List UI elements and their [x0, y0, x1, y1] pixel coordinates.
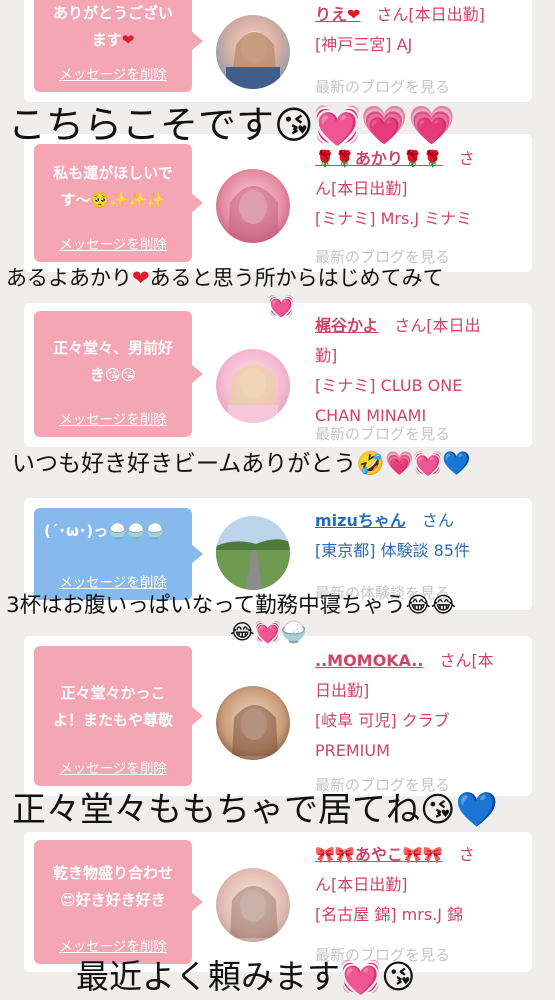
overlay-caption: 😂💓🍚: [230, 620, 307, 644]
message-text: (´･ω･)っ🍚🍚🍚: [44, 522, 165, 540]
sender-location: [神戸三宮] AJ: [315, 35, 413, 54]
avatar[interactable]: [216, 868, 290, 942]
sender-location: [ミナミ] Mrs.J ミナミ: [315, 209, 473, 228]
message-bubble: ありがとうござい ます❤ メッセージを削除: [34, 0, 203, 92]
message-text: 乾き物盛り合わせ 😍好き好き好き: [52, 864, 173, 909]
avatar[interactable]: [216, 169, 290, 243]
message-card: 私も運がほしいで す〜🥺✨✨✨ メッセージを削除 🌹🌹あかり🌹🌹 さ ん[本日出…: [24, 134, 532, 272]
overlay-caption: 最近よく頼みます💓😘: [76, 957, 416, 996]
delete-message-link[interactable]: メッセージを削除: [34, 63, 192, 83]
sender-info: 🎀🎀あやこ🎀🎀 さ ん[本日出勤] [名古屋 錦] mrs.J 錦: [315, 840, 525, 930]
message-bubble: (´･ω･)っ🍚🍚🍚 メッセージを削除: [34, 508, 203, 600]
sender-location: [ミナミ] CLUB ONE CHAN MINAMI: [315, 376, 463, 425]
overlay-caption: いつも好き好きビームありがとう🤣💗💓💙: [12, 451, 471, 477]
blog-link[interactable]: 最新のブログを見る: [315, 423, 450, 444]
avatar[interactable]: [216, 516, 290, 590]
delete-message-link[interactable]: メッセージを削除: [34, 233, 192, 253]
overlay-caption: 3杯はお腹いっぱいなって勤務中寝ちゃう😂😂: [6, 593, 456, 618]
sender-location: [東京都] 体験談 85件: [315, 541, 471, 560]
message-text: 正々堂々かっこ よ！またもや尊敬: [52, 684, 173, 729]
avatar[interactable]: [216, 686, 290, 760]
sender-info: りえ❤ さん[本日出勤] [神戸三宮] AJ: [315, 0, 525, 60]
message-text: ありがとうござい ます❤: [52, 4, 173, 49]
sender-name[interactable]: 梶谷かよ さん[本日出 勤]: [315, 311, 525, 371]
avatar[interactable]: [216, 349, 290, 423]
overlay-caption: あるよあかり❤あると思う所からはじめてみて: [6, 266, 444, 290]
overlay-caption: こちらこそです😘💓💗💗: [8, 103, 456, 147]
message-bubble: 正々堂々、男前好 き😘😘 メッセージを削除: [34, 311, 203, 437]
message-text: 私も運がほしいで す〜🥺✨✨✨: [53, 164, 173, 209]
avatar[interactable]: [216, 15, 290, 89]
message-bubble: 乾き物盛り合わせ 😍好き好き好き メッセージを削除: [34, 840, 203, 964]
sender-name[interactable]: 🎀🎀あやこ🎀🎀 さ ん[本日出勤]: [315, 840, 525, 900]
sender-name[interactable]: 🌹🌹あかり🌹🌹 さ ん[本日出勤]: [315, 144, 525, 204]
message-bubble: 私も運がほしいで す〜🥺✨✨✨ メッセージを削除: [34, 144, 203, 262]
sender-name[interactable]: mizuちゃん さん: [315, 506, 525, 536]
sender-info: 梶谷かよ さん[本日出 勤] [ミナミ] CLUB ONE CHAN MINAM…: [315, 311, 525, 431]
sender-name[interactable]: りえ❤ さん[本日出勤]: [315, 0, 525, 30]
sender-info: 🌹🌹あかり🌹🌹 さ ん[本日出勤] [ミナミ] Mrs.J ミナミ: [315, 144, 525, 234]
sender-location: [名古屋 錦] mrs.J 錦: [315, 905, 464, 924]
message-card: 正々堂々かっこ よ！またもや尊敬 メッセージを削除 ..MOMOKA.. さん[…: [24, 636, 532, 796]
message-card: 正々堂々、男前好 き😘😘 メッセージを削除 梶谷かよ さん[本日出 勤] [ミナ…: [24, 303, 532, 447]
overlay-caption: 💓: [268, 294, 295, 318]
message-bubble: 正々堂々かっこ よ！またもや尊敬 メッセージを削除: [34, 646, 203, 786]
sender-info: mizuちゃん さん [東京都] 体験談 85件: [315, 506, 525, 566]
message-card: ありがとうござい ます❤ メッセージを削除 りえ❤ さん[本日出勤] [神戸三宮…: [24, 0, 532, 102]
sender-location: [岐阜 可児] クラブ PREMIUM: [315, 711, 450, 760]
sender-info: ..MOMOKA.. さん[本 日出勤] [岐阜 可児] クラブ PREMIUM: [315, 646, 525, 766]
sender-name[interactable]: ..MOMOKA.. さん[本 日出勤]: [315, 646, 525, 706]
delete-message-link[interactable]: メッセージを削除: [34, 408, 192, 428]
message-text: 正々堂々、男前好 き😘😘: [52, 339, 173, 384]
overlay-caption: 正々堂々ももちゃで居てね😘💙: [12, 790, 498, 830]
delete-message-link[interactable]: メッセージを削除: [34, 757, 192, 777]
